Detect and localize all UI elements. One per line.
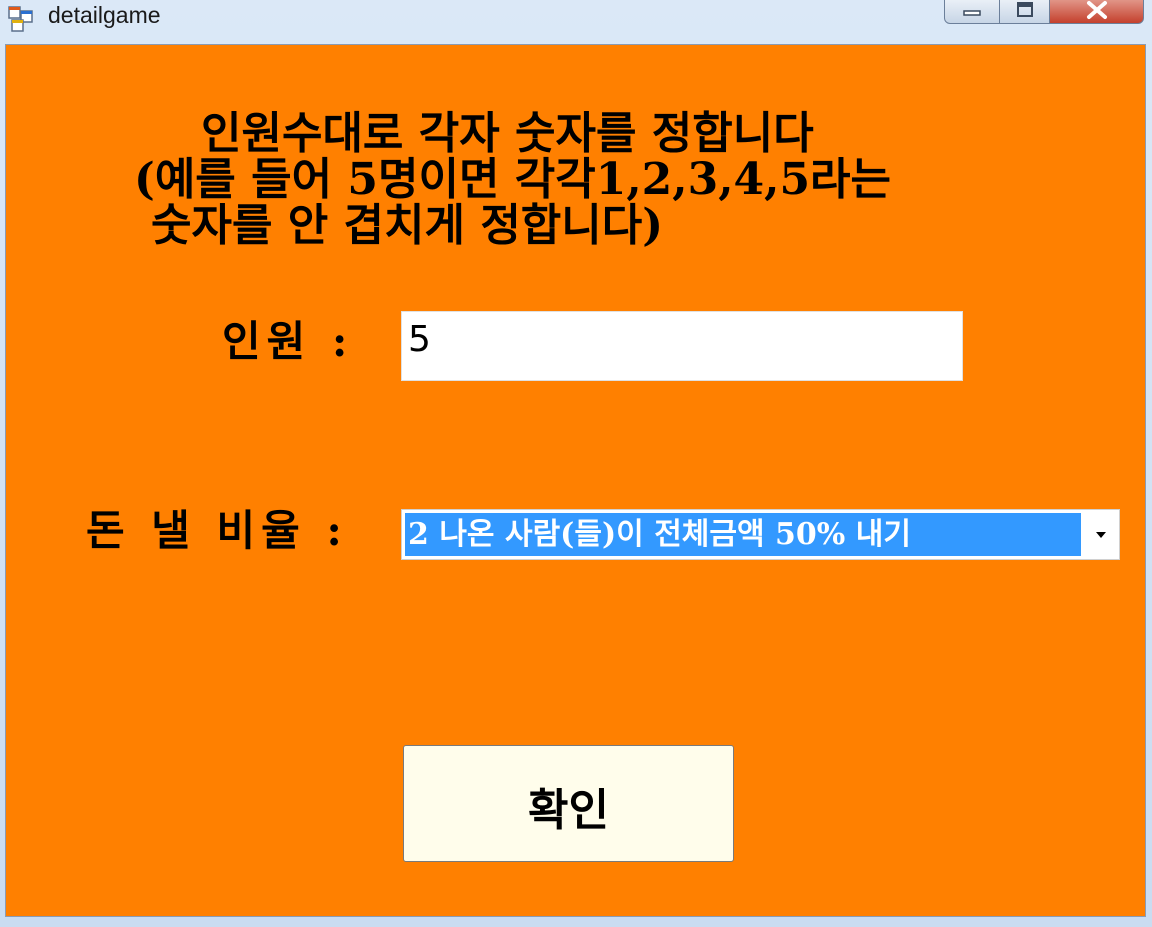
close-icon — [1086, 1, 1107, 19]
window-title: detailgame — [48, 2, 161, 28]
payment-ratio-selected: 2 나온 사람(들)이 전체금액 50% 내기 — [405, 513, 1081, 556]
close-button[interactable] — [1050, 0, 1144, 24]
payment-ratio-dropdown[interactable]: 2 나온 사람(들)이 전체금액 50% 내기 — [401, 509, 1120, 560]
confirm-button[interactable]: 확인 — [403, 745, 734, 862]
people-count-input[interactable]: 5 — [401, 311, 963, 381]
form-icon — [8, 6, 34, 32]
instruction-line-1: 인원수대로 각자 숫자를 정합니다 — [201, 108, 814, 159]
dropdown-arrow-button[interactable] — [1086, 513, 1116, 556]
chevron-down-icon — [1096, 531, 1106, 538]
window: detailgame 인원수대로 각자 숫자를 정합니다 (예를 들어 5명이면… — [0, 0, 1152, 927]
instruction-line-2: (예를 들어 5명이면 각각1,2,3,4,5라는 — [134, 154, 892, 205]
payment-ratio-label: 돈 낼 비율 : — [86, 506, 348, 555]
maximize-icon — [1016, 2, 1033, 17]
minimize-button[interactable] — [944, 0, 1000, 24]
form-client-area: 인원수대로 각자 숫자를 정합니다 (예를 들어 5명이면 각각1,2,3,4,… — [5, 44, 1146, 917]
title-bar[interactable]: detailgame — [0, 0, 1152, 38]
people-label: 인원 : — [222, 317, 354, 366]
maximize-button[interactable] — [1000, 0, 1050, 24]
instruction-line-3: 숫자를 안 겹치게 정합니다) — [151, 200, 664, 251]
minimize-icon — [963, 10, 981, 16]
caption-buttons — [944, 0, 1144, 26]
